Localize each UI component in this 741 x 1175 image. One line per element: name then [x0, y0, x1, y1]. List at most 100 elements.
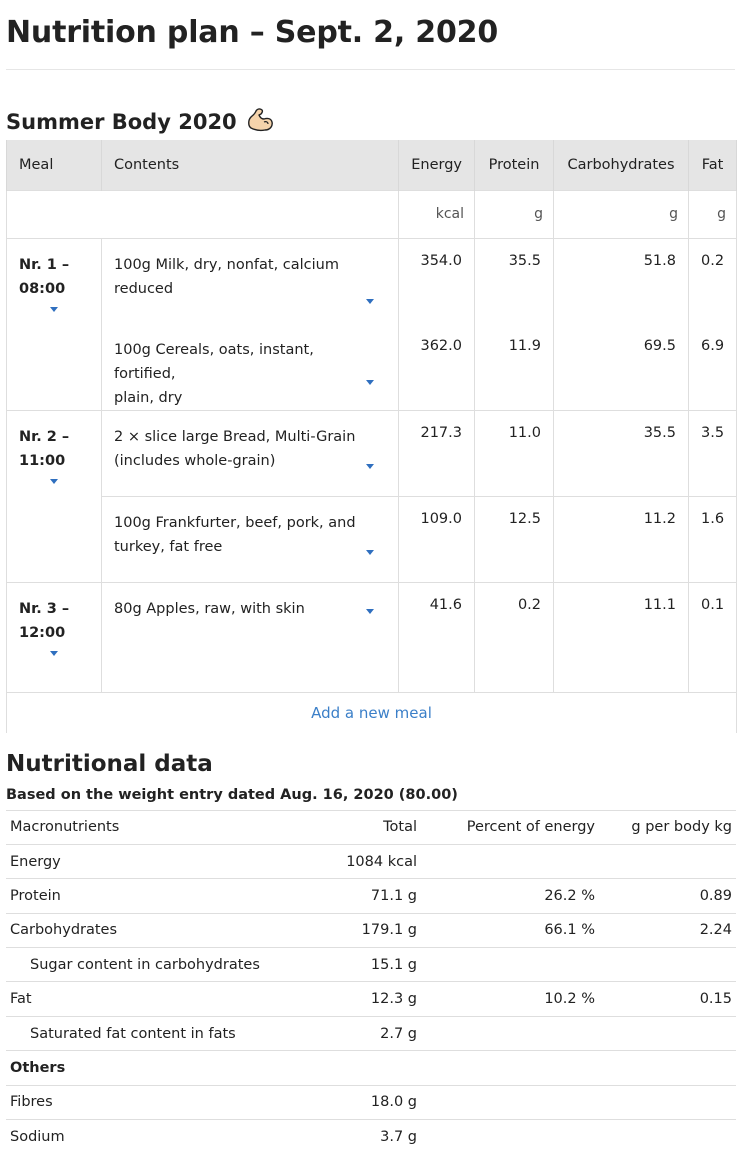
- nutrient-name: Carbohydrates: [6, 912, 288, 948]
- protein-cell: 35.5: [474, 237, 554, 324]
- protein-cell: 11.0: [474, 410, 554, 497]
- table-row: Nr. 2 – 11:00 2 × slice large Bread, Mul…: [6, 410, 737, 583]
- meal-menu[interactable]: [19, 473, 89, 493]
- caret-down-icon[interactable]: [50, 651, 58, 656]
- food-item-contents: 100g Frankfurter, beef, pork, and turkey…: [101, 496, 399, 583]
- nutritional-data-title: Nutritional data: [6, 750, 213, 777]
- nutrient-name: Protein: [6, 878, 288, 914]
- plan-name-heading: Summer Body 2020: [6, 70, 735, 140]
- meal-label: Nr. 2 –: [19, 429, 70, 445]
- nutrient-total: 12.3 g: [288, 981, 421, 1017]
- nutrient-per-kg: [599, 1084, 736, 1120]
- protein-cell: 0.2: [474, 582, 554, 693]
- nutrient-total: 1084 kcal: [288, 843, 421, 879]
- food-item-line: 100g Milk, dry, nonfat, calcium: [114, 256, 339, 273]
- nutrient-total: 3.7 g: [288, 1119, 421, 1154]
- col-header-g-per-kg: g per body kg: [599, 809, 736, 845]
- col-header-protein: Protein: [474, 140, 554, 190]
- caret-down-icon[interactable]: [366, 550, 374, 555]
- unit-fat: g: [688, 189, 737, 239]
- weight-note: Based on the weight entry dated Aug. 16,…: [6, 786, 458, 803]
- table-row: Energy 1084 kcal: [6, 843, 736, 879]
- food-item-line: turkey, fat free: [114, 539, 223, 555]
- meal-menu[interactable]: [19, 301, 89, 321]
- table-row: Protein 71.1 g 26.2 % 0.89: [6, 878, 736, 914]
- table-row: Others: [6, 1050, 736, 1086]
- add-meal-link[interactable]: Add a new meal: [311, 704, 432, 722]
- nutritional-data-table: Macronutrients Total Percent of energy g…: [6, 809, 736, 1154]
- col-header-fat: Fat: [688, 140, 737, 190]
- caret-down-icon[interactable]: [366, 380, 374, 385]
- page: Nutrition plan – Sept. 2, 2020 Summer Bo…: [0, 0, 741, 1154]
- caret-down-icon[interactable]: [366, 609, 374, 614]
- meal-label: Nr. 1 –: [19, 256, 70, 273]
- nutrient-percent: [421, 1050, 599, 1086]
- nutrient-per-kg: 2.24: [599, 912, 736, 948]
- table-row: Sodium 3.7 g: [6, 1119, 736, 1154]
- nutrient-percent: [421, 1119, 599, 1154]
- nutrient-total: 18.0 g: [288, 1084, 421, 1120]
- meal-label: Nr. 3 –: [19, 601, 70, 617]
- nutrient-per-kg: [599, 947, 736, 982]
- food-item-contents: 2 × slice large Bread, Multi-Grain (incl…: [101, 410, 399, 497]
- energy-cell: 217.3: [398, 410, 475, 497]
- plan-table-header: Meal Contents Energy Protein Carbohydrat…: [6, 140, 737, 190]
- meal-cell-2: Nr. 2 – 11:00: [6, 410, 102, 583]
- nutrient-percent: [421, 843, 599, 879]
- table-row: 100g Frankfurter, beef, pork, and turkey…: [7, 496, 737, 583]
- nutri-header-row: Macronutrients Total Percent of energy g…: [6, 809, 736, 845]
- carbs-cell: 35.5: [553, 410, 689, 497]
- nutrient-percent: [421, 1015, 599, 1051]
- energy-cell: 41.6: [398, 582, 475, 693]
- fat-cell: 1.6: [688, 496, 737, 583]
- nutrient-name: Saturated fat content in fats: [6, 1015, 288, 1051]
- flexed-biceps-icon: [247, 108, 273, 132]
- nutrient-per-kg: [599, 843, 736, 879]
- unit-carbohydrates: g: [553, 189, 689, 239]
- nutrient-percent: 10.2 %: [421, 981, 599, 1017]
- food-item-contents: 80g Apples, raw, with skin: [101, 582, 399, 693]
- protein-cell: 12.5: [474, 496, 554, 583]
- carbs-cell: 11.1: [553, 582, 689, 693]
- page-title: Nutrition plan – Sept. 2, 2020: [6, 0, 735, 70]
- col-header-macronutrients: Macronutrients: [6, 809, 288, 845]
- nutrient-name: Energy: [6, 843, 288, 879]
- nutrient-section-heading: Others: [6, 1050, 288, 1086]
- table-row: Sugar content in carbohydrates 15.1 g: [6, 947, 736, 982]
- nutrition-plan-table: Meal Contents Energy Protein Carbohydrat…: [6, 140, 737, 733]
- nutrient-per-kg: [599, 1015, 736, 1051]
- meal-cell-3: Nr. 3 – 12:00: [6, 582, 102, 693]
- fat-cell: 3.5: [688, 410, 737, 497]
- plan-name: Summer Body 2020: [6, 110, 237, 134]
- nutrient-name: Fibres: [6, 1084, 288, 1120]
- meal-time: 08:00: [19, 280, 66, 297]
- caret-down-icon[interactable]: [50, 306, 58, 312]
- food-item-line: 100g Frankfurter, beef, pork, and: [114, 515, 356, 531]
- unit-meal: [6, 189, 102, 239]
- nutrient-per-kg: 0.89: [599, 878, 736, 914]
- carbs-cell: 51.8: [553, 237, 689, 324]
- caret-down-icon[interactable]: [366, 464, 374, 469]
- col-header-meal: Meal: [6, 140, 102, 190]
- nutrient-percent: 66.1 %: [421, 912, 599, 948]
- nutrient-total: 15.1 g: [288, 947, 421, 982]
- carbs-cell: 69.5: [553, 324, 689, 411]
- nutrient-total: 71.1 g: [288, 878, 421, 914]
- nutrient-percent: [421, 1084, 599, 1120]
- table-row: 100g Cereals, oats, instant, fortified, …: [7, 324, 737, 411]
- meal-time: 11:00: [19, 453, 66, 469]
- energy-cell: 354.0: [398, 237, 475, 324]
- caret-down-icon[interactable]: [366, 299, 374, 304]
- nutrient-percent: [421, 947, 599, 982]
- nutrient-name: Sodium: [6, 1119, 288, 1154]
- unit-protein: g: [474, 189, 554, 239]
- unit-contents: [101, 189, 399, 239]
- col-header-energy: Energy: [398, 140, 475, 190]
- food-item-line: 80g Apples, raw, with skin: [114, 601, 305, 617]
- col-header-percent-energy: Percent of energy: [421, 809, 599, 845]
- add-meal-row: Add a new meal: [6, 692, 737, 733]
- meal-menu[interactable]: [19, 645, 89, 665]
- caret-down-icon[interactable]: [50, 479, 58, 484]
- table-row: Fibres 18.0 g: [6, 1084, 736, 1120]
- food-item-contents: 100g Cereals, oats, instant, fortified, …: [101, 324, 399, 411]
